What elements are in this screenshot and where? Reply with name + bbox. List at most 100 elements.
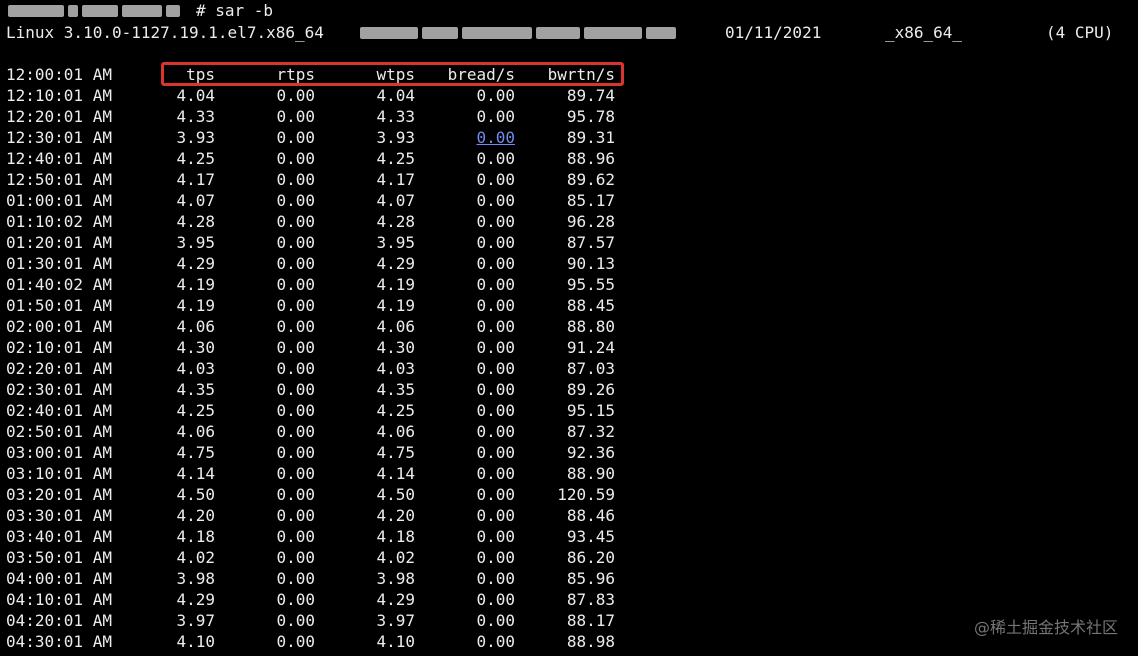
row-wtps: 4.19 [376, 296, 415, 315]
watermark: @稀土掘金技术社区 [973, 618, 1118, 637]
row-bwrtn: 92.36 [566, 443, 615, 462]
prompt-line: # sar -b [0, 0, 1138, 21]
row-tps: 4.02 [176, 548, 215, 567]
row-rtps: 0.00 [276, 86, 315, 105]
row-rtps: 0.00 [276, 359, 315, 378]
row-rtps: 0.00 [276, 170, 315, 189]
row-time: 01:20:01 AM [6, 233, 112, 252]
row-rtps: 0.00 [276, 338, 315, 357]
row-time: 12:30:01 AM [6, 128, 112, 147]
table-row: 03:50:01 AM 4.02 0.00 4.02 0.00 86.20 [0, 547, 1138, 568]
row-bwrtn: 88.46 [566, 506, 615, 525]
row-bread: 0.00 [476, 464, 515, 483]
row-tps: 3.95 [176, 233, 215, 252]
row-rtps: 0.00 [276, 212, 315, 231]
row-tps: 3.98 [176, 569, 215, 588]
row-rtps: 0.00 [276, 464, 315, 483]
row-tps: 4.29 [176, 590, 215, 609]
row-tps: 3.93 [176, 128, 215, 147]
row-rtps: 0.00 [276, 401, 315, 420]
row-bread: 0.00 [476, 422, 515, 441]
terminal-window[interactable]: # sar -b Linux 3.10.0-1127.19.1.el7.x86_… [0, 0, 1138, 656]
row-time: 01:40:02 AM [6, 275, 112, 294]
row-bread: 0.00 [476, 338, 515, 357]
row-rtps: 0.00 [276, 317, 315, 336]
row-bwrtn: 88.98 [566, 632, 615, 651]
row-bread: 0.00 [476, 275, 515, 294]
row-bwrtn: 89.26 [566, 380, 615, 399]
row-time: 03:40:01 AM [6, 527, 112, 546]
row-bwrtn: 88.90 [566, 464, 615, 483]
table-row: 03:30:01 AM 4.20 0.00 4.20 0.00 88.46 [0, 505, 1138, 526]
row-time: 01:50:01 AM [6, 296, 112, 315]
row-rtps: 0.00 [276, 485, 315, 504]
row-wtps: 4.06 [376, 422, 415, 441]
table-row: 12:50:01 AM 4.17 0.00 4.17 0.00 89.62 [0, 169, 1138, 190]
row-tps: 4.30 [176, 338, 215, 357]
row-bwrtn: 85.96 [566, 569, 615, 588]
row-wtps: 4.17 [376, 170, 415, 189]
row-rtps: 0.00 [276, 569, 315, 588]
row-tps: 4.19 [176, 275, 215, 294]
row-tps: 4.50 [176, 485, 215, 504]
table-row: 03:40:01 AM 4.18 0.00 4.18 0.00 93.45 [0, 526, 1138, 547]
row-wtps: 4.20 [376, 506, 415, 525]
row-bread: 0.00 [476, 86, 515, 105]
row-bread: 0.00 [476, 359, 515, 378]
kernel-version: Linux 3.10.0-1127.19.1.el7.x86_64 [6, 23, 324, 42]
table-row: 12:40:01 AM 4.25 0.00 4.25 0.00 88.96 [0, 148, 1138, 169]
header-highlight-box [161, 62, 624, 86]
row-time: 01:00:01 AM [6, 191, 112, 210]
row-wtps: 4.33 [376, 107, 415, 126]
row-bwrtn: 95.15 [566, 401, 615, 420]
row-bwrtn: 89.74 [566, 86, 615, 105]
table-row: 01:00:01 AM 4.07 0.00 4.07 0.00 85.17 [0, 190, 1138, 211]
row-rtps: 0.00 [276, 506, 315, 525]
row-bwrtn: 86.20 [566, 548, 615, 567]
report-date: 01/11/2021 [725, 23, 822, 42]
row-wtps: 4.50 [376, 485, 415, 504]
row-tps: 4.25 [176, 401, 215, 420]
row-tps: 4.33 [176, 107, 215, 126]
row-time: 12:40:01 AM [6, 149, 112, 168]
row-bread: 0.00 [476, 212, 515, 231]
row-wtps: 4.29 [376, 590, 415, 609]
row-bread: 0.00 [476, 149, 515, 168]
table-row: 02:00:01 AM 4.06 0.00 4.06 0.00 88.80 [0, 316, 1138, 337]
row-bread-link[interactable]: 0.00 [476, 128, 515, 147]
row-time: 03:30:01 AM [6, 506, 112, 525]
row-time: 02:10:01 AM [6, 338, 112, 357]
row-rtps: 0.00 [276, 380, 315, 399]
row-time: 03:00:01 AM [6, 443, 112, 462]
row-time: 04:30:01 AM [6, 632, 112, 651]
table-row: 03:20:01 AM 4.50 0.00 4.50 0.00 120.59 [0, 484, 1138, 505]
row-rtps: 0.00 [276, 275, 315, 294]
row-bread: 0.00 [476, 296, 515, 315]
table-row: 01:20:01 AM 3.95 0.00 3.95 0.00 87.57 [0, 232, 1138, 253]
row-rtps: 0.00 [276, 296, 315, 315]
row-tps: 4.29 [176, 254, 215, 273]
table-row: 04:00:01 AM 3.98 0.00 3.98 0.00 85.96 [0, 568, 1138, 589]
row-bwrtn: 87.57 [566, 233, 615, 252]
table-row: 12:20:01 AM 4.33 0.00 4.33 0.00 95.78 [0, 106, 1138, 127]
row-bread: 0.00 [476, 233, 515, 252]
row-rtps: 0.00 [276, 191, 315, 210]
row-bwrtn: 85.17 [566, 191, 615, 210]
row-time: 01:10:02 AM [6, 212, 112, 231]
row-wtps: 4.29 [376, 254, 415, 273]
row-bread: 0.00 [476, 170, 515, 189]
redacted-hostname [6, 0, 180, 21]
table-row: 01:40:02 AM 4.19 0.00 4.19 0.00 95.55 [0, 274, 1138, 295]
row-wtps: 3.98 [376, 569, 415, 588]
row-wtps: 4.35 [376, 380, 415, 399]
row-wtps: 4.25 [376, 149, 415, 168]
table-row: 04:20:01 AM 3.97 0.00 3.97 0.00 88.17 [0, 610, 1138, 631]
row-bwrtn: 90.13 [566, 254, 615, 273]
row-rtps: 0.00 [276, 422, 315, 441]
row-bread: 0.00 [476, 611, 515, 630]
row-bwrtn: 95.55 [566, 275, 615, 294]
row-bread: 0.00 [476, 632, 515, 651]
row-time: 04:00:01 AM [6, 569, 112, 588]
row-tps: 4.20 [176, 506, 215, 525]
row-bread: 0.00 [476, 191, 515, 210]
